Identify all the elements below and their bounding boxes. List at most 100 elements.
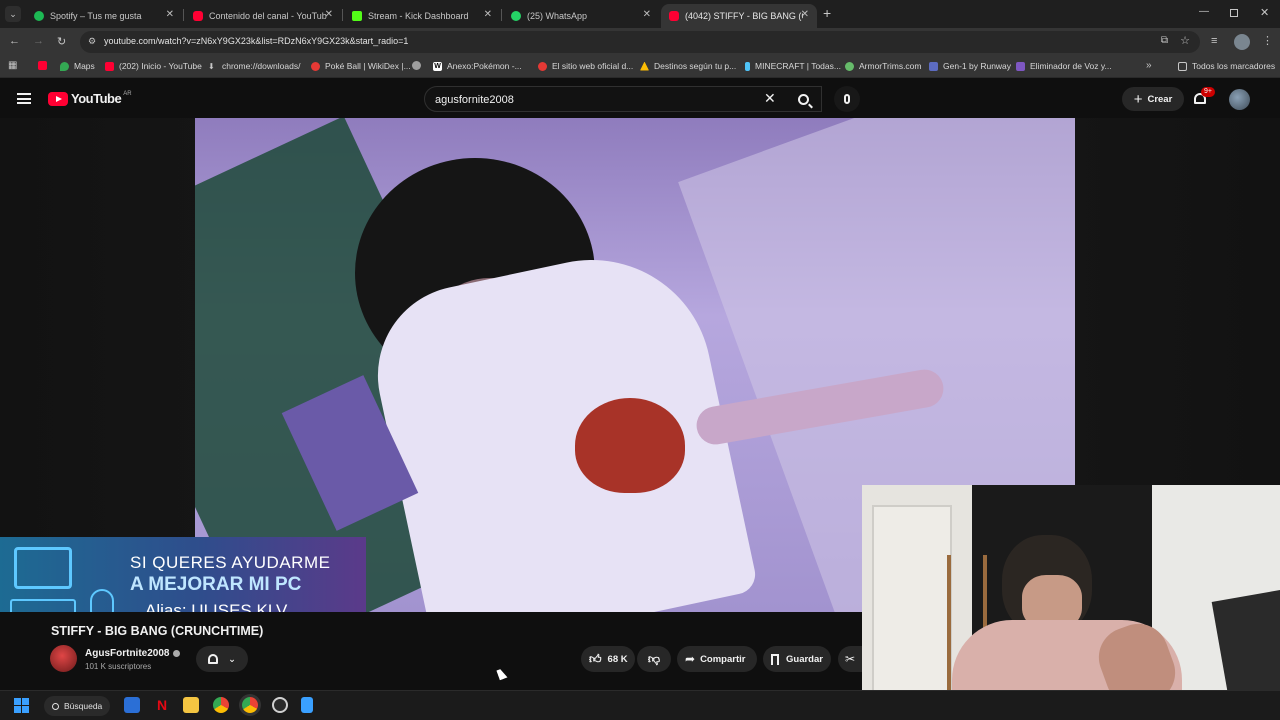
hamburger-menu-icon[interactable] xyxy=(17,93,31,104)
all-bookmarks-folder[interactable]: Todos los marcadores xyxy=(1178,61,1275,71)
netflix-icon[interactable]: N xyxy=(154,697,170,713)
bookmark-wikipedia[interactable]: W Anexo:Pokémon -... xyxy=(433,61,522,71)
tab-title: Spotify – Tus me gusta xyxy=(50,11,142,21)
bookmark-downloads[interactable]: ⬇ chrome://downloads/ xyxy=(208,61,300,71)
channel-avatar[interactable] xyxy=(50,645,77,672)
taskbar-search[interactable]: Búsqueda xyxy=(44,696,110,716)
like-button[interactable]: 👍︎ 68 K xyxy=(581,646,635,672)
bookmarks-bar: ▦ Maps (202) Inicio - YouTube ⬇ chrome://… xyxy=(0,56,1280,78)
chevron-right-icon[interactable]: » xyxy=(1146,60,1152,71)
tab-youtube-video[interactable]: (4042) STIFFY - BIG BANG (CRU ✕ xyxy=(661,4,817,28)
tab-spotify[interactable]: Spotify – Tus me gusta ✕ xyxy=(26,4,182,28)
site-info-icon[interactable]: ⚙ xyxy=(88,36,96,47)
start-windows-icon[interactable] xyxy=(14,698,29,713)
search-query: agusfornite2008 xyxy=(435,94,514,106)
restore-button[interactable] xyxy=(1230,9,1238,17)
bookmark-youtube[interactable] xyxy=(38,61,52,70)
bookmark-armortrims[interactable]: ArmorTrims.com xyxy=(845,61,921,71)
spotify-icon xyxy=(34,11,44,21)
create-label: Crear xyxy=(1147,93,1173,105)
search-input[interactable]: agusfornite2008 xyxy=(424,86,822,112)
youtube-logo[interactable]: YouTube AR xyxy=(48,91,132,106)
create-button[interactable]: + Crear xyxy=(1122,87,1184,111)
computer-icon xyxy=(14,547,72,589)
tab-title: (25) WhatsApp xyxy=(527,11,588,21)
save-button[interactable]: Guardar xyxy=(763,646,831,672)
overlay-line-2: A MEJORAR MI PC xyxy=(130,574,302,595)
share-icon: ➦ xyxy=(685,652,696,666)
apps-icon[interactable]: ▦ xyxy=(8,60,17,71)
youtube-icon xyxy=(669,11,679,21)
windows-taskbar: Búsqueda N xyxy=(0,690,1280,720)
region-code: AR xyxy=(123,90,132,97)
new-tab-button[interactable]: + xyxy=(823,5,831,21)
bookmark-minecraft[interactable]: MINECRAFT | Todas... xyxy=(745,61,841,71)
webcam-overlay xyxy=(862,485,1280,720)
youtube-masthead: YouTube AR agusfornite2008 ✕ + Crear 9+ xyxy=(0,79,1280,119)
share-button[interactable]: ➦ Compartir xyxy=(677,646,757,672)
account-avatar[interactable] xyxy=(1229,89,1250,110)
tab-whatsapp[interactable]: (25) WhatsApp ✕ xyxy=(503,4,659,28)
browser-toolbar: ← → ↻ ⚙ youtube.com/watch?v=zN6xY9GX23k&… xyxy=(0,28,1280,56)
menu-icon[interactable]: ⋮ xyxy=(1262,34,1273,47)
globe-icon xyxy=(412,61,421,70)
bookmark-destinos[interactable]: Destinos según tu p... xyxy=(640,61,736,71)
share-label: Compartir xyxy=(700,653,746,665)
bookmark-pokemon-official[interactable]: El sitio web oficial d... xyxy=(538,61,633,71)
file-explorer-icon[interactable] xyxy=(183,697,199,713)
mouse-cursor-icon xyxy=(496,667,508,681)
tab-title: Contenido del canal - YouTube xyxy=(209,11,327,21)
tab-title: (4042) STIFFY - BIG BANG (CRU xyxy=(685,11,803,21)
reload-icon[interactable]: ↻ xyxy=(57,35,66,48)
chrome-icon[interactable] xyxy=(213,697,229,713)
thumbs-up-icon: 👍︎ xyxy=(589,651,602,666)
close-icon[interactable]: ✕ xyxy=(484,9,492,20)
obs-icon[interactable] xyxy=(272,697,288,713)
dislike-button[interactable]: 👎︎ xyxy=(637,646,671,672)
close-icon[interactable]: ✕ xyxy=(325,9,333,20)
profile-avatar[interactable] xyxy=(1234,34,1250,50)
forward-icon[interactable]: → xyxy=(33,35,44,47)
video-title: STIFFY - BIG BANG (CRUNCHTIME) xyxy=(51,624,264,638)
widgets-icon[interactable] xyxy=(124,697,140,713)
notepad-icon[interactable] xyxy=(301,697,313,713)
install-icon[interactable]: ⧉ xyxy=(1161,35,1168,46)
tab-search-button[interactable]: ⌄ xyxy=(5,6,21,22)
address-bar[interactable]: ⚙ youtube.com/watch?v=zN6xY9GX23k&list=R… xyxy=(80,31,1200,53)
youtube-play-icon xyxy=(48,91,68,106)
bookmark-voice-remover[interactable]: Eliminador de Voz y... xyxy=(1016,61,1112,71)
bookmark-runway[interactable]: Gen-1 by Runway xyxy=(929,61,1011,71)
bookmark-yt-inicio[interactable]: (202) Inicio - YouTube xyxy=(105,61,202,71)
save-label: Guardar xyxy=(786,653,823,665)
bookmark-globe[interactable] xyxy=(412,61,426,70)
kick-icon xyxy=(352,11,362,21)
whatsapp-icon xyxy=(511,11,521,21)
youtube-icon xyxy=(193,11,203,21)
url-text: youtube.com/watch?v=zN6xY9GX23k&list=RDz… xyxy=(104,36,409,46)
bookmark-maps[interactable]: Maps xyxy=(60,61,95,71)
back-icon[interactable]: ← xyxy=(9,35,20,47)
close-icon[interactable]: ✕ xyxy=(801,9,809,20)
video-info: STIFFY - BIG BANG (CRUNCHTIME) AgusFortn… xyxy=(0,612,862,692)
browser-tab-strip: ⌄ Spotify – Tus me gusta ✕ Contenido del… xyxy=(0,0,1280,28)
media-controls-icon[interactable]: ≡ xyxy=(1211,35,1217,47)
minimize-button[interactable]: — xyxy=(1199,6,1209,17)
notifications-button[interactable]: 9+ xyxy=(1193,87,1215,107)
subscribed-notifications-button[interactable]: ⌄ xyxy=(196,646,248,672)
bookmark-star-icon[interactable]: ☆ xyxy=(1180,34,1190,47)
clear-search-icon[interactable]: ✕ xyxy=(764,90,776,107)
chrome-active-icon[interactable] xyxy=(242,697,258,713)
bookmark-wikidex[interactable]: Poké Ball | WikiDex |... xyxy=(311,61,411,71)
tab-kick[interactable]: Stream - Kick Dashboard ✕ xyxy=(344,4,500,28)
close-window-button[interactable]: ✕ xyxy=(1260,6,1269,19)
microphone-icon xyxy=(844,94,850,104)
close-icon[interactable]: ✕ xyxy=(643,9,651,20)
voice-search-button[interactable] xyxy=(834,86,860,112)
scissors-icon: ✂ xyxy=(844,652,856,666)
search-button[interactable] xyxy=(784,86,822,112)
clip-button[interactable]: ✂ xyxy=(838,646,862,672)
bell-icon xyxy=(208,654,219,664)
close-icon[interactable]: ✕ xyxy=(166,9,174,20)
channel-name[interactable]: AgusFortnite2008 xyxy=(85,648,181,659)
tab-youtube-studio[interactable]: Contenido del canal - YouTube ✕ xyxy=(185,4,341,28)
